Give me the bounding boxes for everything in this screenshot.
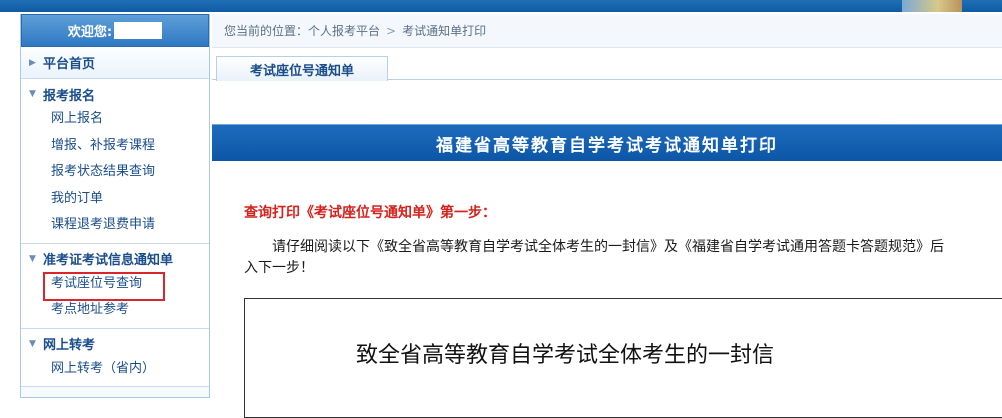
intro-line-2: 入下一步！ bbox=[244, 260, 314, 276]
breadcrumb: 您当前的位置： 个人报考平台 > 考试通知单打印 bbox=[212, 14, 1002, 48]
breadcrumb-separator: > bbox=[386, 23, 397, 38]
sidebar-item-seat-number-query[interactable]: 考试座位号查询 bbox=[21, 271, 209, 300]
sidebar-item-home[interactable]: ▶ 平台首页 bbox=[21, 47, 209, 79]
chevron-down-icon: ▼ bbox=[29, 253, 36, 264]
sidebar-item-home-label: 平台首页 bbox=[43, 57, 96, 72]
page-title: 福建省高等教育自学考试考试通知单打印 bbox=[436, 135, 778, 156]
welcome-label: 欢迎您: bbox=[67, 25, 113, 40]
main-content: 您当前的位置： 个人报考平台 > 考试通知单打印 考试座位号通知单 福建省高等教… bbox=[212, 14, 1002, 418]
sidebar-group-label: 网上转考 bbox=[43, 338, 96, 353]
letter-box: 致全省高等教育自学考试全体考生的一封信 bbox=[244, 298, 1002, 418]
sidebar-item-exam-site-address[interactable]: 考点地址参考 bbox=[21, 297, 209, 324]
breadcrumb-level2: 考试通知单打印 bbox=[402, 24, 487, 38]
intro-text: 请仔细阅读以下《致全省高等教育自学考试全体考生的一封信》及《福建省自学考试通用答… bbox=[244, 237, 1002, 279]
sidebar-group-transfer: ▼ 网上转考 网上转考（省内） bbox=[21, 328, 209, 387]
username-masked bbox=[114, 22, 163, 39]
intro-line-1: 请仔细阅读以下《致全省高等教育自学考试全体考生的一封信》及《福建省自学考试通用答… bbox=[272, 239, 944, 255]
chevron-right-icon: ▶ bbox=[29, 57, 36, 68]
sidebar-group-registration-header[interactable]: ▼ 报考报名 bbox=[21, 82, 209, 106]
sidebar-group-registration: ▼ 报考报名 网上报名 增报、补报考课程 报考状态结果查询 我的订单 课程退考退… bbox=[21, 79, 209, 244]
sidebar-item-refund-request[interactable]: 课程退考退费申请 bbox=[21, 212, 209, 239]
breadcrumb-prefix: 您当前的位置： bbox=[224, 24, 309, 38]
tab-bar: 考试座位号通知单 bbox=[212, 48, 1002, 81]
welcome-bar: 欢迎您: bbox=[21, 14, 209, 47]
top-header-bar bbox=[0, 0, 1002, 12]
sidebar-item-online-registration[interactable]: 网上报名 bbox=[21, 106, 209, 133]
header-banner-art bbox=[902, 0, 962, 12]
sidebar-group-label: 报考报名 bbox=[43, 88, 96, 104]
sidebar-group-transfer-header[interactable]: ▼ 网上转考 bbox=[21, 332, 209, 356]
sidebar-item-add-courses[interactable]: 增报、补报考课程 bbox=[21, 133, 209, 160]
breadcrumb-level1[interactable]: 个人报考平台 bbox=[308, 22, 380, 39]
sidebar-item-online-transfer[interactable]: 网上转考（省内） bbox=[21, 356, 209, 383]
page-title-banner: 福建省高等教育自学考试考试通知单打印 bbox=[212, 124, 1002, 161]
letter-title: 致全省高等教育自学考试全体考生的一封信 bbox=[355, 343, 774, 368]
sidebar-group-admission-header[interactable]: ▼ 准考证考试信息通知单 bbox=[21, 247, 209, 271]
sidebar-item-registration-status[interactable]: 报考状态结果查询 bbox=[21, 159, 209, 186]
sidebar-group-label: 准考证考试信息通知单 bbox=[43, 253, 174, 268]
sidebar-item-my-orders[interactable]: 我的订单 bbox=[21, 186, 209, 213]
chevron-down-icon: ▼ bbox=[29, 338, 36, 349]
chevron-down-icon: ▼ bbox=[29, 89, 36, 99]
step-heading: 查询打印《考试座位号通知单》第一步： bbox=[244, 205, 496, 221]
tab-seat-number-notice[interactable]: 考试座位号通知单 bbox=[216, 56, 388, 81]
sidebar: 欢迎您: ▶ 平台首页 ▼ 报考报名 网上报名 增报、补报考课程 报考状态结果查… bbox=[20, 14, 210, 398]
sidebar-group-admission: ▼ 准考证考试信息通知单 考试座位号查询 考点地址参考 bbox=[21, 243, 209, 329]
